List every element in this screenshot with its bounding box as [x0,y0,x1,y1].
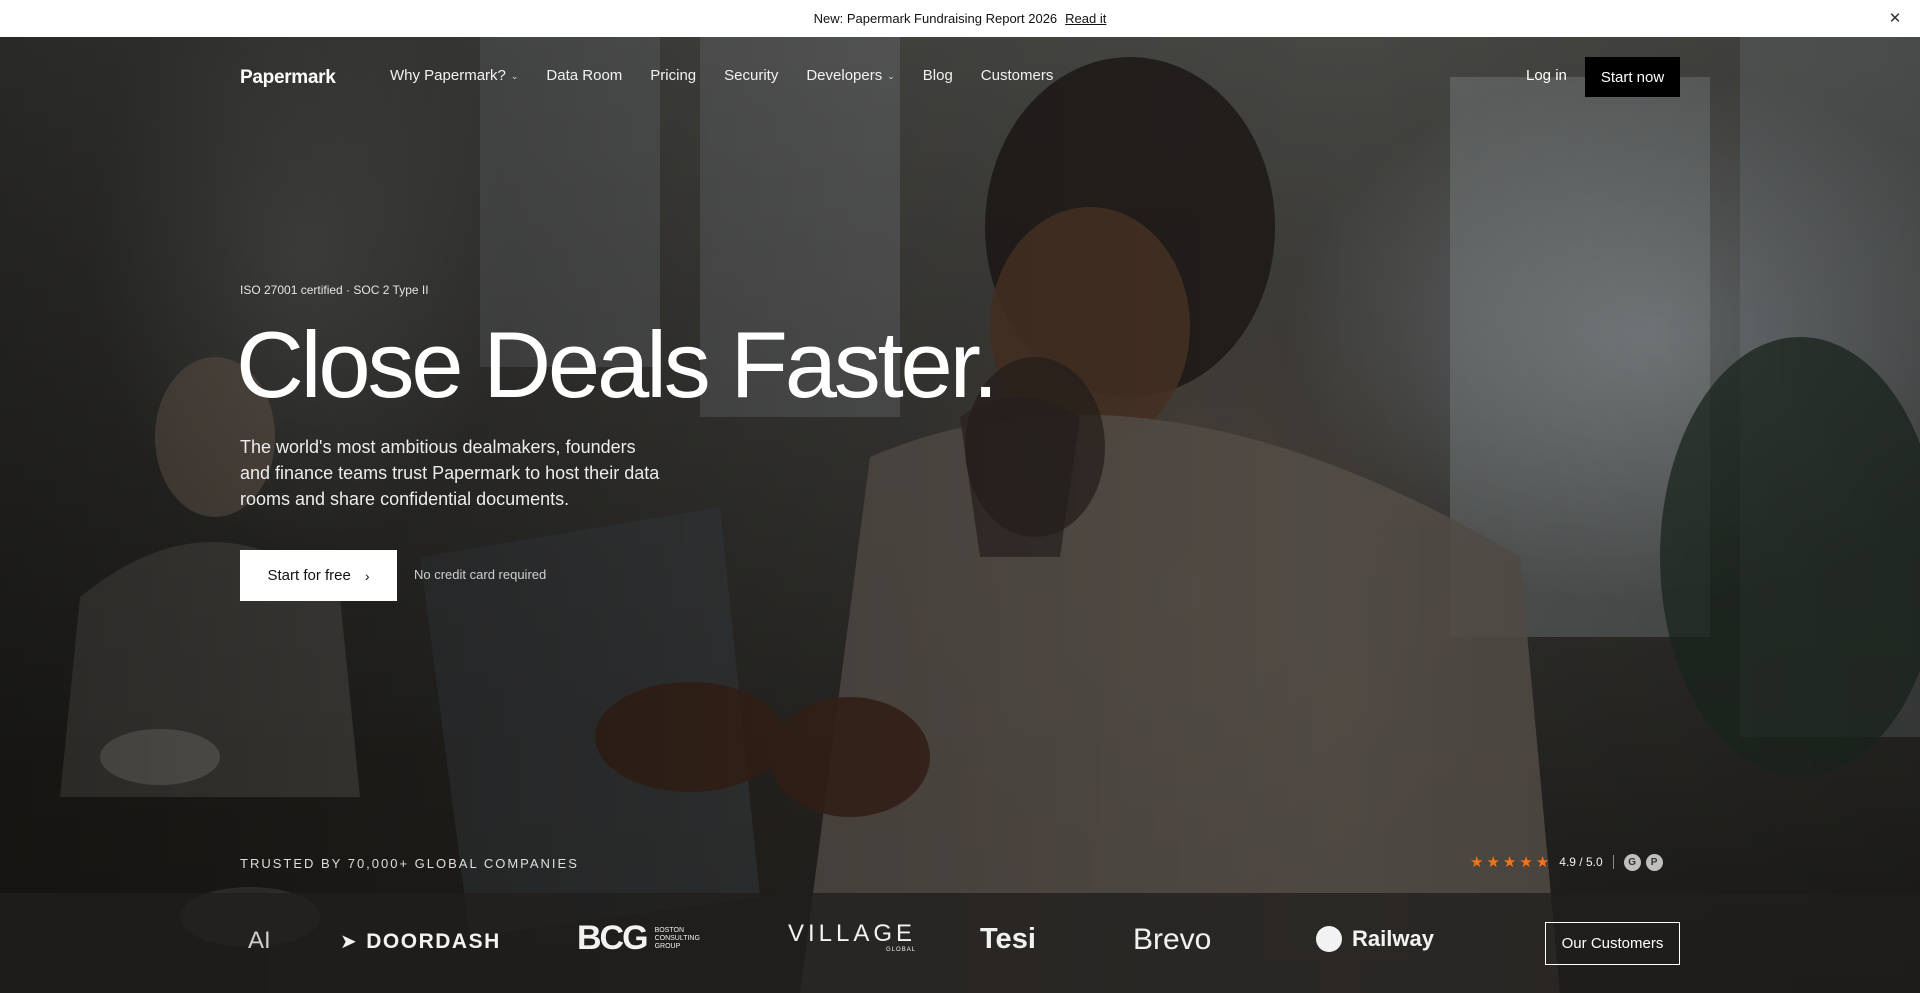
g2-badge-icon: G [1623,853,1641,871]
nav-item-why-papermark[interactable]: Why Papermark? ⌄ [390,67,518,84]
nav-item-label: Data Room [546,67,623,84]
hero-background-photo [0,37,1920,993]
trusted-by-label: TRUSTED BY 70,000+ GLOBAL COMPANIES [240,856,579,871]
logo-railway-text: Railway [1352,926,1434,951]
rating-score: 4.9 / 5.0 [1559,855,1603,869]
producthunt-badge-icon: P [1645,853,1663,871]
logo-bcg-mark: BCG [577,919,649,957]
our-customers-button[interactable]: Our Customers [1545,922,1680,965]
star-icon: ★ [1470,854,1484,871]
logo-village: VILLAGE GLOBAL [788,920,917,954]
star-icon: ★ [1486,854,1500,871]
certification-note: ISO 27001 certified · SOC 2 Type II [240,283,429,297]
logo-railway: Railway [1316,926,1434,952]
login-link[interactable]: Log in [1526,67,1567,84]
close-icon[interactable]: ✕ [1886,9,1904,27]
star-icon: ★ [1519,854,1533,871]
start-now-button[interactable]: Start now [1585,57,1680,97]
nav-item-label: Developers [806,67,883,84]
hero-subcopy: The world's most ambitious dealmakers, f… [240,437,660,509]
logo-village-text: VILLAGE [788,920,917,947]
start-for-free-button[interactable]: Start for free › [240,550,397,601]
announcement-text: New: Papermark Fundraising Report 2026 [813,11,1058,26]
rating-widget: ★ ★ ★ ★ ★ 4.9 / 5.0 G P [1470,853,1668,871]
logo-village-subtext: GLOBAL [886,947,917,953]
nav-item-blog[interactable]: Blog [923,67,953,84]
nav-item-label: Customers [980,67,1054,84]
nav-item-data-room[interactable]: Data Room [546,67,622,84]
doordash-mark-icon: ➤ [340,931,359,953]
chevron-down-icon: ⌄ [887,71,895,81]
papermark-logo[interactable]: Papermark [240,67,336,89]
nav-item-label: Pricing [650,67,697,84]
chevron-right-icon: › [364,567,370,584]
logo-doordash-text: DOORDASH [366,930,501,953]
logo-ai: AI [248,927,271,954]
nav-item-customers[interactable]: Customers [981,67,1054,84]
nav-item-label: Security [724,67,779,84]
cta-label: Start for free [267,567,351,584]
nav-item-developers[interactable]: Developers ⌄ [806,67,894,84]
logo-bcg: BCG BOSTON CONSULTING GROUP [577,919,719,958]
announcement-read-link[interactable]: Read it [1065,11,1106,26]
top-navigation: Papermark Why Papermark? ⌄ Data Room Pri… [0,37,1920,117]
nav-item-security[interactable]: Security [724,67,778,84]
chevron-down-icon: ⌄ [510,71,519,81]
hero-overlay [0,37,1920,993]
rating-divider [1612,855,1614,869]
logo-tesi: Tesi [980,923,1036,955]
nav-item-label: Blog [922,67,953,84]
nav-item-pricing[interactable]: Pricing [650,67,696,84]
logo-bcg-subtext: BOSTON CONSULTING GROUP [654,926,700,950]
logo-doordash: ➤ DOORDASH [340,929,501,954]
star-icon: ★ [1502,854,1517,871]
star-icon: ★ [1535,854,1550,871]
announcement-bar: New: Papermark Fundraising Report 2026 R… [0,0,1920,37]
nav-item-label: Why Papermark? [390,67,506,84]
no-credit-card-note: No credit card required [414,567,547,582]
nav-links: Why Papermark? ⌄ Data Room Pricing Secur… [390,67,1081,84]
logo-brevo: Brevo [1133,923,1212,956]
hero-headline: Close Deals Faster. [236,312,999,417]
railway-mark-icon [1316,926,1342,952]
